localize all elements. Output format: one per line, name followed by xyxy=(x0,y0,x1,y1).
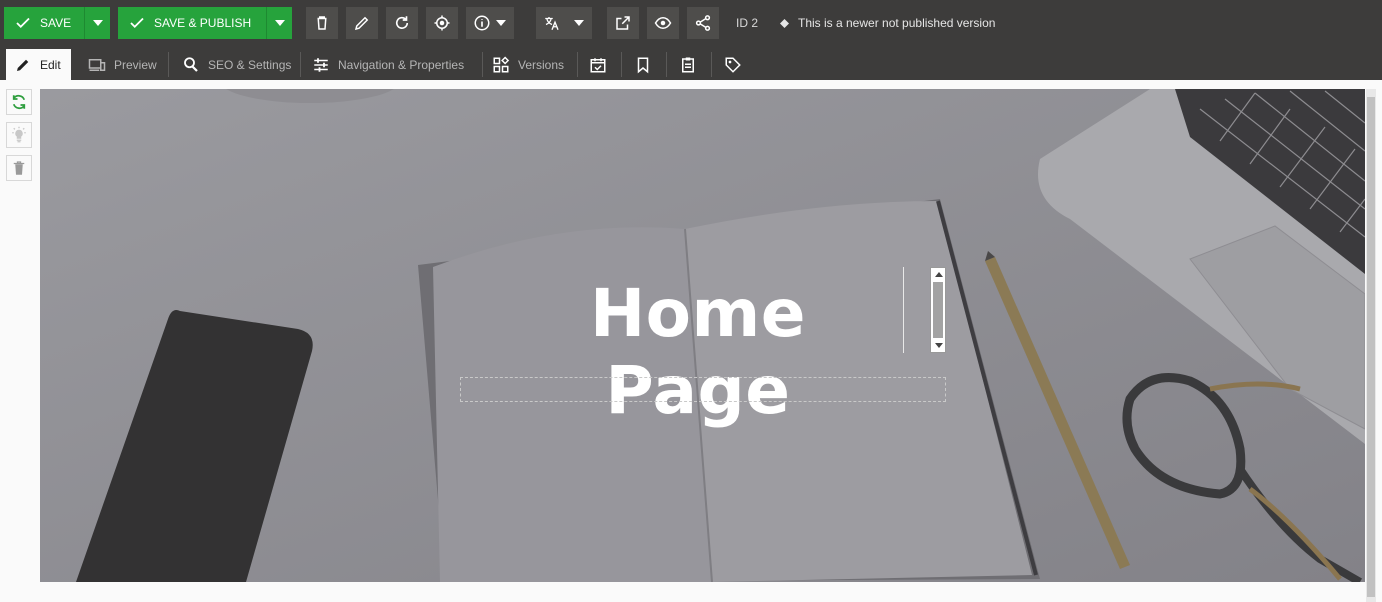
trash-button[interactable] xyxy=(6,155,32,181)
editor-tabbar: Edit Preview SEO & Settings Navigation &… xyxy=(0,46,1382,80)
reload-icon xyxy=(395,16,409,29)
reload-button[interactable] xyxy=(386,7,418,39)
preview-button[interactable] xyxy=(647,7,679,39)
caret-down-icon xyxy=(574,20,584,26)
text-cursor xyxy=(903,267,904,353)
pencil-icon xyxy=(354,16,369,31)
delete-button[interactable] xyxy=(306,7,338,39)
save-button[interactable]: SAVE xyxy=(4,7,110,39)
trash-icon xyxy=(13,161,25,175)
tab-divider xyxy=(482,52,483,77)
tab-divider xyxy=(577,52,578,77)
tab-label: SEO & Settings xyxy=(208,57,292,72)
title-scrollbar[interactable] xyxy=(930,267,946,353)
tab-label: Preview xyxy=(114,57,157,72)
open-in-new-window-button[interactable] xyxy=(607,7,639,39)
clipboard-icon xyxy=(682,57,694,72)
page-title[interactable]: Home Page xyxy=(488,275,908,429)
devices-icon xyxy=(88,58,106,71)
info-button[interactable] xyxy=(466,7,514,39)
tab-divider xyxy=(300,52,301,77)
version-status: This is a newer not published version xyxy=(780,16,995,30)
tab-tasks[interactable] xyxy=(672,49,704,80)
external-link-icon xyxy=(616,16,630,30)
tab-seo-settings[interactable]: SEO & Settings xyxy=(174,49,299,80)
tab-divider xyxy=(621,52,622,77)
tab-divider xyxy=(711,52,712,77)
translate-icon xyxy=(545,17,559,31)
locate-in-tree-button[interactable] xyxy=(426,7,458,39)
crosshair-icon xyxy=(434,15,450,31)
caret-down-icon xyxy=(274,20,285,26)
tab-preview[interactable]: Preview xyxy=(80,49,165,80)
tab-label: Edit xyxy=(40,57,61,72)
save-publish-label: SAVE & PUBLISH xyxy=(154,16,252,30)
pencil-icon xyxy=(17,59,29,71)
check-icon xyxy=(130,17,144,29)
tab-navigation-properties[interactable]: Navigation & Properties xyxy=(304,49,472,80)
info-icon xyxy=(474,15,490,31)
page-scrollbar-thumb[interactable] xyxy=(1367,97,1375,597)
refresh-button[interactable] xyxy=(6,89,32,115)
hero-banner: Home Page xyxy=(40,89,1365,582)
save-publish-button[interactable]: SAVE & PUBLISH xyxy=(118,7,292,39)
save-dropdown-toggle[interactable] xyxy=(84,7,110,39)
versions-icon xyxy=(493,55,510,72)
subtitle-editable-field[interactable] xyxy=(460,377,946,402)
tab-tags[interactable] xyxy=(717,49,749,80)
caret-down-icon xyxy=(92,20,103,26)
tab-schedule[interactable] xyxy=(582,49,614,80)
scroll-thumb[interactable] xyxy=(933,282,943,338)
tab-versions[interactable]: Versions xyxy=(484,49,572,80)
version-status-text: This is a newer not published version xyxy=(798,16,996,30)
tab-label: Navigation & Properties xyxy=(338,57,465,72)
highlight-button[interactable] xyxy=(6,122,32,148)
lightbulb-icon xyxy=(12,126,26,143)
sliders-icon xyxy=(314,57,328,72)
eye-icon xyxy=(654,16,672,30)
document-id: ID 2 xyxy=(736,16,759,30)
translate-button[interactable] xyxy=(536,7,592,39)
caret-down-icon xyxy=(496,20,506,26)
tab-divider xyxy=(168,52,169,77)
scroll-down-icon[interactable] xyxy=(935,343,943,348)
share-icon xyxy=(695,15,711,31)
main-toolbar: SAVE SAVE & PUBLISH ID 2 This is a newer… xyxy=(0,0,1382,46)
save-label: SAVE xyxy=(40,16,72,30)
search-settings-icon xyxy=(184,56,198,72)
tab-bookmarks[interactable] xyxy=(627,49,659,80)
page-scrollbar[interactable] xyxy=(1366,89,1376,602)
check-icon xyxy=(16,17,30,29)
tab-divider xyxy=(666,52,667,77)
share-button[interactable] xyxy=(687,7,719,39)
diamond-icon xyxy=(780,18,789,28)
tab-edit[interactable]: Edit xyxy=(6,49,71,80)
rename-button[interactable] xyxy=(346,7,378,39)
save-publish-dropdown-toggle[interactable] xyxy=(266,7,292,39)
refresh-icon xyxy=(12,94,26,110)
tab-label: Versions xyxy=(518,57,565,72)
bookmark-icon xyxy=(637,57,649,73)
scroll-up-icon[interactable] xyxy=(935,272,943,277)
trash-icon xyxy=(317,16,327,30)
calendar-check-icon xyxy=(590,57,606,72)
tag-icon xyxy=(725,57,741,73)
